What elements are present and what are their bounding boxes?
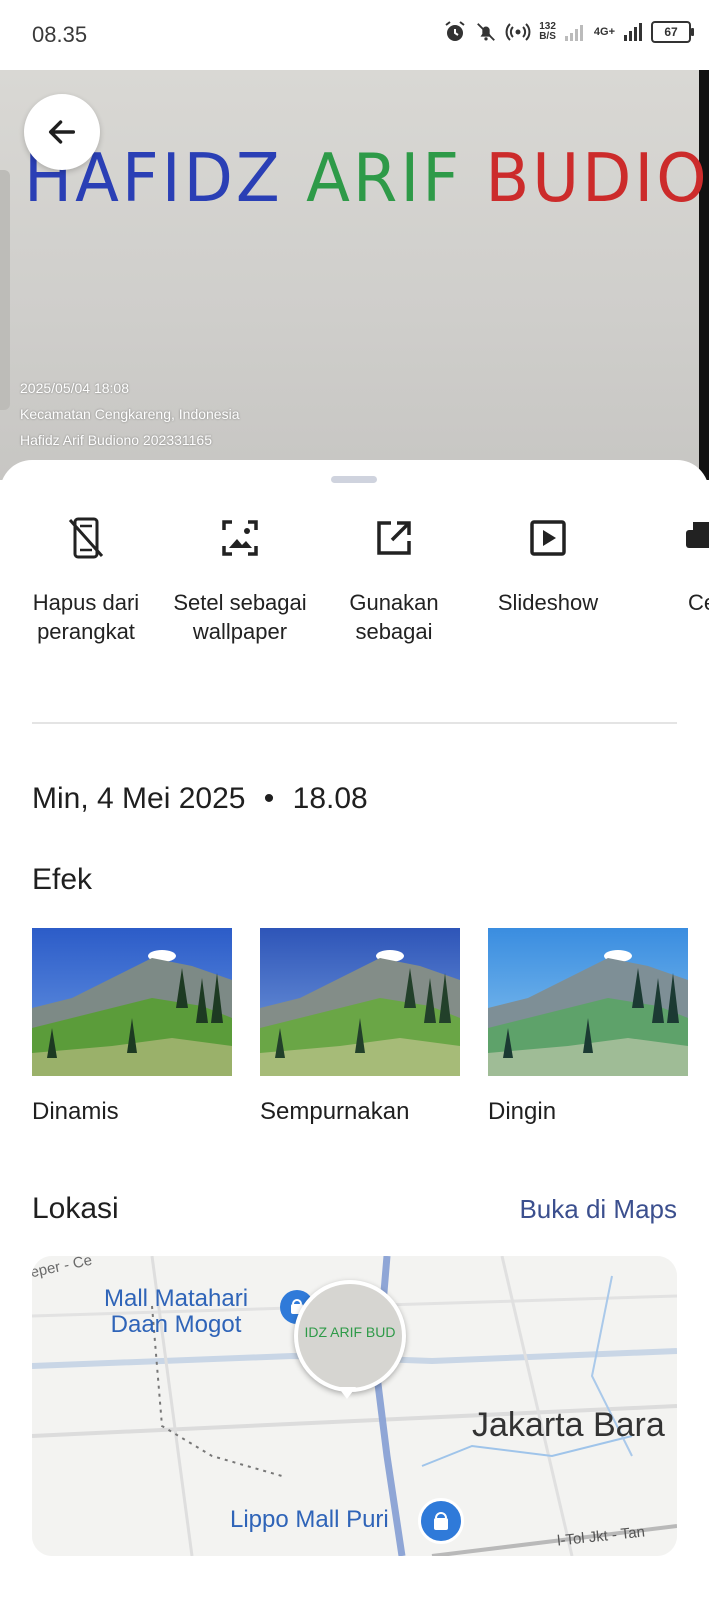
action-label: Slideshow — [497, 590, 599, 615]
timestamp-date: 2025/05/04 18:08 — [20, 380, 129, 396]
action-label: Gunakan sebagai — [349, 590, 439, 644]
network-type: 4G+ — [593, 26, 615, 38]
effects-heading: Efek — [32, 863, 93, 896]
delete-from-device-button[interactable]: Hapus dari perangkat — [11, 512, 161, 646]
hw-word-2: ARIF — [306, 140, 462, 218]
map-region-label: Jakarta Bara — [472, 1406, 665, 1444]
photo-location-pin[interactable]: IDZ ARIF BUD — [294, 1280, 406, 1392]
photo-timestamp: 2025/05/04 18:08 Kecamatan Cengkareng, I… — [20, 375, 239, 453]
pin-text: IDZ ARIF BUD — [304, 1324, 396, 1340]
details-sheet: Hapus dari perangkat Setel sebagai wallp… — [0, 460, 709, 1600]
divider — [32, 722, 677, 724]
action-label: Ce — [687, 590, 709, 615]
action-label: Hapus dari perangkat — [32, 590, 140, 644]
battery-icon: 67 — [651, 21, 694, 43]
slideshow-button[interactable]: Slideshow — [473, 512, 623, 617]
location-heading: Lokasi — [32, 1192, 119, 1225]
print-button[interactable]: Ce — [627, 512, 709, 617]
timestamp-author: Hafidz Arif Budiono 202331165 — [20, 432, 212, 448]
action-label: Setel sebagai wallpaper — [173, 590, 307, 644]
status-time: 08.35 — [32, 22, 88, 47]
status-icons: 132 B/S 4G+ 67 — [443, 20, 694, 44]
photo-viewer[interactable]: HAFIDZ ARIF BUDIONO 2025/05/04 18:08 Kec… — [0, 70, 709, 480]
back-button[interactable] — [24, 94, 100, 170]
open-in-maps-link[interactable]: Buka di Maps — [519, 1194, 677, 1225]
effect-label: Sempurnakan — [260, 1098, 410, 1125]
slideshow-icon — [530, 520, 566, 556]
pin-thumbnail-text: IDZ ARIF BUD — [298, 1324, 402, 1340]
effect-dynamic[interactable]: Dinamis — [32, 928, 232, 1126]
poi-line-1: Mall Matahari — [104, 1285, 249, 1312]
handwritten-name: HAFIDZ ARIF BUDIONO — [24, 140, 709, 218]
effect-thumbnail — [260, 928, 460, 1076]
battery-level: 67 — [664, 25, 678, 39]
open-external-icon — [377, 521, 411, 555]
shopping-bag-icon — [418, 1498, 464, 1544]
poi-line-2: Daan Mogot — [110, 1311, 242, 1338]
wallpaper-icon — [222, 520, 258, 556]
date-separator: • — [263, 782, 275, 815]
print-icon — [686, 522, 709, 548]
arrow-left-icon — [48, 120, 76, 144]
use-as-button[interactable]: Gunakan sebagai — [319, 512, 469, 646]
status-bar: 08.35 132 B/S 4G+ 67 — [0, 0, 709, 70]
effect-label: Dinamis — [32, 1098, 119, 1125]
photo-edge — [0, 170, 10, 410]
effect-label: Dingin — [488, 1098, 557, 1125]
action-row[interactable]: Hapus dari perangkat Setel sebagai wallp… — [0, 512, 709, 692]
photo-time: 18.08 — [292, 782, 368, 815]
phone-off-icon — [68, 517, 104, 559]
timestamp-location: Kecamatan Cengkareng, Indonesia — [20, 406, 240, 422]
effect-thumbnail — [32, 928, 232, 1076]
map-poi-lippo-mall: Lippo Mall Puri — [230, 1506, 389, 1533]
effect-enhance[interactable]: Sempurnakan — [260, 928, 460, 1126]
photo-date: Min, 4 Mei 2025 — [32, 782, 246, 815]
effect-thumbnail — [488, 928, 688, 1076]
hw-word-3: BUDIO — [485, 140, 709, 218]
location-map[interactable]: eper - Ce Mall Matahari Daan Mogot IDZ A… — [32, 1256, 677, 1556]
drag-handle[interactable] — [331, 476, 377, 483]
hotspot-icon — [505, 23, 531, 41]
effect-cool[interactable]: Dingin — [488, 928, 688, 1126]
net-speed-unit: B/S — [539, 31, 556, 42]
alarm-icon — [445, 21, 465, 41]
photo-edge-right — [699, 70, 709, 480]
set-wallpaper-button[interactable]: Setel sebagai wallpaper — [165, 512, 315, 646]
net-speed: 132 B/S — [539, 22, 556, 42]
photo-datetime: Min, 4 Mei 2025 • 18.08 — [32, 782, 368, 816]
bell-muted-icon — [477, 23, 496, 41]
signal-strong-icon — [624, 23, 642, 41]
map-poi-mall-matahari: Mall Matahari Daan Mogot — [104, 1286, 248, 1338]
pin-pointer — [338, 1387, 356, 1399]
signal-weak-icon — [564, 25, 583, 41]
